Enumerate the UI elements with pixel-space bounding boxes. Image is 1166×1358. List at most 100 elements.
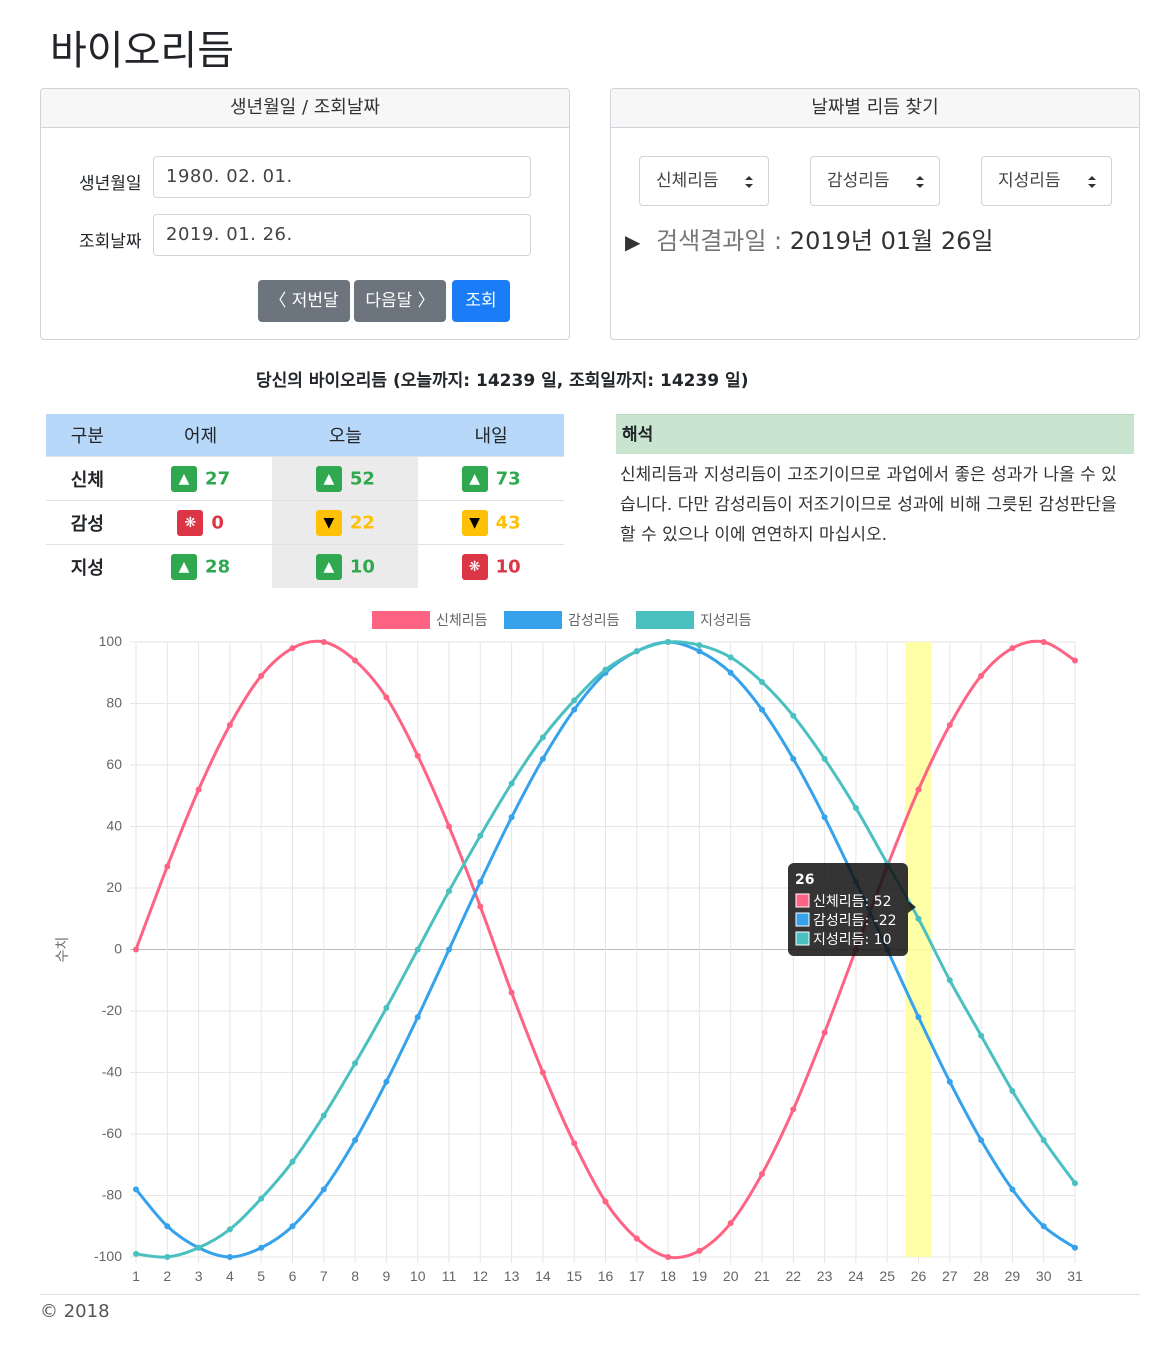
data-point [539,1069,546,1076]
cell-value: 27 [205,468,231,489]
cell-value: 43 [495,512,521,533]
x-tick-label: 31 [1067,1268,1083,1284]
legend-swatch [636,611,694,629]
data-point [477,832,484,839]
header-yesterday: 어제 [128,414,273,457]
data-point [571,706,578,713]
find-card-header: 날짜별 리듬 찾기 [611,89,1139,128]
search-button[interactable]: 조회 [452,280,510,322]
data-point [978,1032,985,1039]
up-arrow-icon: ▲ [461,465,488,492]
up-arrow-icon: ▲ [315,465,342,492]
birth-date-input[interactable]: 1980. 02. 01. [153,156,531,198]
header-today: 오늘 [272,414,419,457]
y-tick-label: 60 [106,756,122,772]
x-tick-label: 18 [660,1268,676,1284]
data-point [821,755,828,762]
biorhythm-summary: 당신의 바이오리듬 (오늘까지: 14239 일, 조회일까지: 14239 일… [256,371,749,391]
x-tick-label: 25 [879,1268,895,1284]
y-tick-label: 20 [106,879,122,895]
prev-month-button[interactable]: 〈 저번달 [258,280,350,322]
data-point [946,977,953,984]
physical-select[interactable]: 신체리듬 [639,156,769,206]
data-point [665,639,672,645]
x-tick-label: 16 [598,1268,614,1284]
data-point [320,1186,327,1193]
query-date-input[interactable]: 2019. 01. 26. [153,214,531,256]
data-point [446,888,452,895]
intellectual-select-value: 지성리듬 [998,171,1061,191]
x-tick-label: 24 [848,1268,864,1284]
cell-value: 0 [211,512,224,533]
tooltip-swatch [795,912,810,927]
data-point [696,642,703,649]
data-point [508,814,515,821]
x-tick-label: 1 [132,1268,140,1284]
x-tick-label: 29 [1005,1268,1021,1284]
data-point [539,734,546,741]
sort-caret-icon [916,176,924,188]
data-point [508,989,515,996]
x-tick-label: 13 [504,1268,520,1284]
y-tick-label: -40 [102,1064,122,1080]
x-tick-label: 10 [410,1268,426,1284]
x-tick-label: 23 [817,1268,833,1284]
next-month-button[interactable]: 다음달 〉 [354,280,446,322]
data-point [696,1247,703,1254]
data-point [258,1195,265,1202]
intellectual-select[interactable]: 지성리듬 [981,156,1112,206]
x-tick-label: 11 [442,1268,457,1284]
value-cell: ▼ 43 [418,500,564,545]
x-tick-label: 19 [692,1268,708,1284]
data-point [602,666,609,673]
x-tick-label: 3 [195,1268,203,1284]
header-category: 구분 [46,414,129,457]
data-point [915,915,922,922]
physical-select-value: 신체리듬 [656,171,719,191]
data-point [226,1254,233,1260]
data-point [539,755,546,762]
data-point [915,786,922,793]
value-cell: ▲ 27 [128,456,273,501]
data-point [258,672,265,679]
data-point [571,1140,578,1147]
data-point [946,722,953,729]
table-row: 감성 ❋ 0 ▼ 22 ▼ 43 [46,500,564,545]
x-tick-label: 12 [473,1268,489,1284]
dates-card: 생년월일 / 조회날짜 생년월일 1980. 02. 01. 조회날짜 2019… [40,88,570,340]
legend-label: 신체리듬 [436,613,488,629]
data-point [414,1014,421,1021]
value-cell: ▲ 73 [418,456,564,501]
value-cell: ❋ 0 [128,500,273,545]
value-cell: ▲ 10 [272,544,419,588]
x-tick-label: 27 [942,1268,958,1284]
data-point [383,694,390,701]
data-point [821,814,828,821]
data-point [571,697,578,704]
x-tick-label: 9 [383,1268,391,1284]
y-tick-label: -20 [102,1002,122,1018]
emotional-select[interactable]: 감성리듬 [810,156,940,206]
data-point [289,645,296,652]
up-arrow-icon: ▲ [315,553,342,580]
data-point [790,1106,797,1113]
x-tick-label: 5 [257,1268,265,1284]
data-point [602,1198,609,1205]
data-point [164,863,171,870]
data-point [1009,1087,1016,1094]
value-cell: ▲ 28 [128,544,273,588]
data-point [195,786,202,793]
y-tick-label: 100 [99,633,123,649]
emotional-select-value: 감성리듬 [827,171,890,191]
data-point [164,1223,171,1230]
tooltip-swatch [795,893,810,908]
cell-value: 52 [349,468,375,489]
legend-label: 감성리듬 [568,613,620,629]
tooltip-title: 26 [795,872,814,888]
table-row: 신체 ▲ 27 ▲ 52 ▲ 73 [46,456,564,501]
data-point [289,1223,296,1230]
y-axis-label: 수치 [55,937,71,963]
data-point [477,903,484,910]
data-point [978,672,985,679]
data-point [915,1014,922,1021]
